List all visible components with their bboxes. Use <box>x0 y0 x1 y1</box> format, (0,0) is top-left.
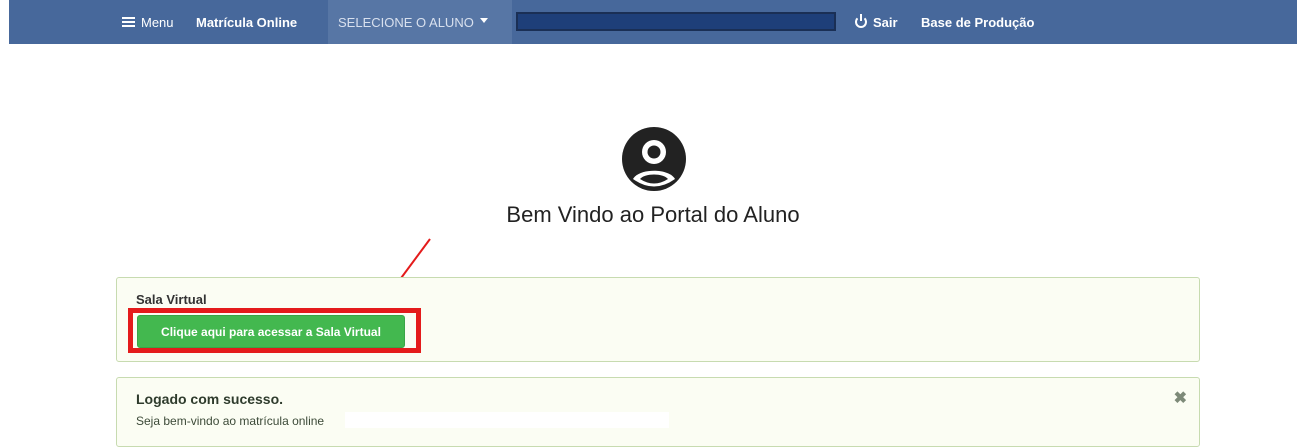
menu-label: Menu <box>141 14 174 30</box>
logout-label: Sair <box>873 14 898 30</box>
student-select-label: SELECIONE O ALUNO <box>338 14 474 30</box>
user-circle-icon <box>622 127 686 191</box>
success-alert: Logado com sucesso. Seja bem-vindo ao ma… <box>116 377 1200 447</box>
power-icon <box>855 14 867 28</box>
logout-button[interactable]: Sair <box>855 0 898 44</box>
hamburger-icon <box>122 17 135 27</box>
student-select-dropdown[interactable]: SELECIONE O ALUNO <box>328 0 512 44</box>
redacted-field <box>516 12 836 31</box>
caret-down-icon <box>479 17 488 23</box>
close-icon[interactable]: ✖ <box>1174 388 1187 408</box>
base-producao-label: Base de Produção <box>921 14 1035 30</box>
welcome-heading: Bem Vindo ao Portal do Aluno <box>506 202 800 227</box>
matricula-online-link[interactable]: Matrícula Online <box>196 0 297 44</box>
sala-virtual-panel: Sala Virtual Clique aqui para acessar a … <box>116 277 1200 362</box>
sala-virtual-button[interactable]: Clique aqui para acessar a Sala Virtual <box>137 315 405 348</box>
menu-button[interactable]: Menu <box>122 0 174 44</box>
alert-message: Seja bem-vindo ao matrícula online <box>136 414 325 428</box>
sala-virtual-title: Sala Virtual <box>136 292 207 307</box>
alert-title: Logado com sucesso. <box>136 391 284 407</box>
redacted-field <box>345 412 669 428</box>
